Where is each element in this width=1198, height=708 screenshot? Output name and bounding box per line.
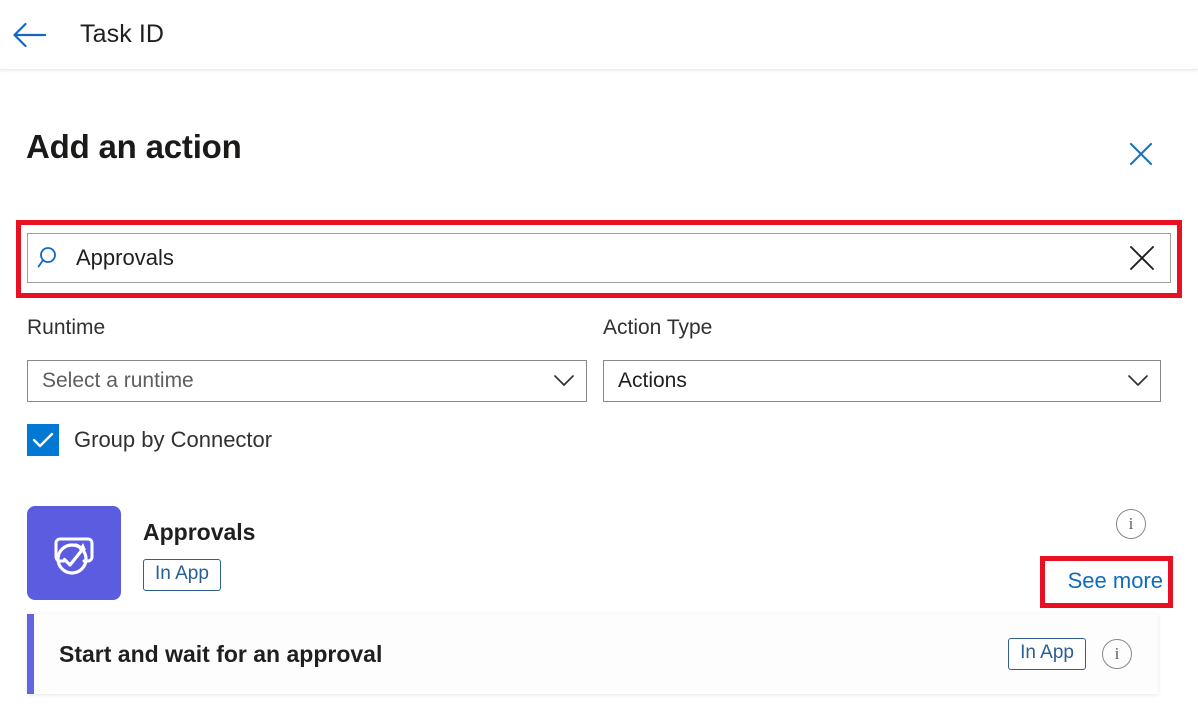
- info-icon[interactable]: i: [1102, 639, 1132, 669]
- connector-group-header: Approvals In App i See more: [27, 506, 1173, 602]
- group-by-connector-label: Group by Connector: [74, 427, 272, 453]
- action-type-dropdown-value: Actions: [604, 369, 1116, 393]
- runtime-dropdown[interactable]: Select a runtime: [27, 360, 587, 402]
- search-input[interactable]: [72, 234, 1114, 282]
- chevron-down-icon: [1116, 374, 1160, 388]
- info-icon[interactable]: i: [1116, 509, 1146, 539]
- chevron-down-icon: [542, 374, 586, 388]
- clear-icon[interactable]: [1114, 234, 1170, 282]
- connector-badge: In App: [143, 559, 221, 591]
- panel-title: Add an action: [26, 128, 242, 166]
- action-type-label: Action Type: [603, 316, 712, 340]
- close-icon[interactable]: [1124, 137, 1158, 171]
- top-header-bar: Task ID: [0, 0, 1198, 70]
- search-box[interactable]: [27, 233, 1171, 283]
- group-by-connector-checkbox[interactable]: Group by Connector: [27, 424, 272, 456]
- runtime-dropdown-value: Select a runtime: [28, 369, 542, 393]
- action-badge: In App: [1008, 638, 1086, 670]
- action-name: Start and wait for an approval: [59, 641, 1008, 668]
- checkmark-icon: [27, 424, 59, 456]
- search-icon: [28, 245, 72, 271]
- connector-name: Approvals: [143, 519, 255, 546]
- runtime-label: Runtime: [27, 316, 105, 340]
- action-result-row[interactable]: Start and wait for an approval In App i: [27, 614, 1158, 694]
- back-arrow-icon[interactable]: [6, 12, 52, 58]
- approvals-connector-icon: [27, 506, 121, 600]
- action-type-dropdown[interactable]: Actions: [603, 360, 1161, 402]
- page-title: Task ID: [80, 20, 164, 49]
- see-more-link[interactable]: See more: [1068, 568, 1163, 594]
